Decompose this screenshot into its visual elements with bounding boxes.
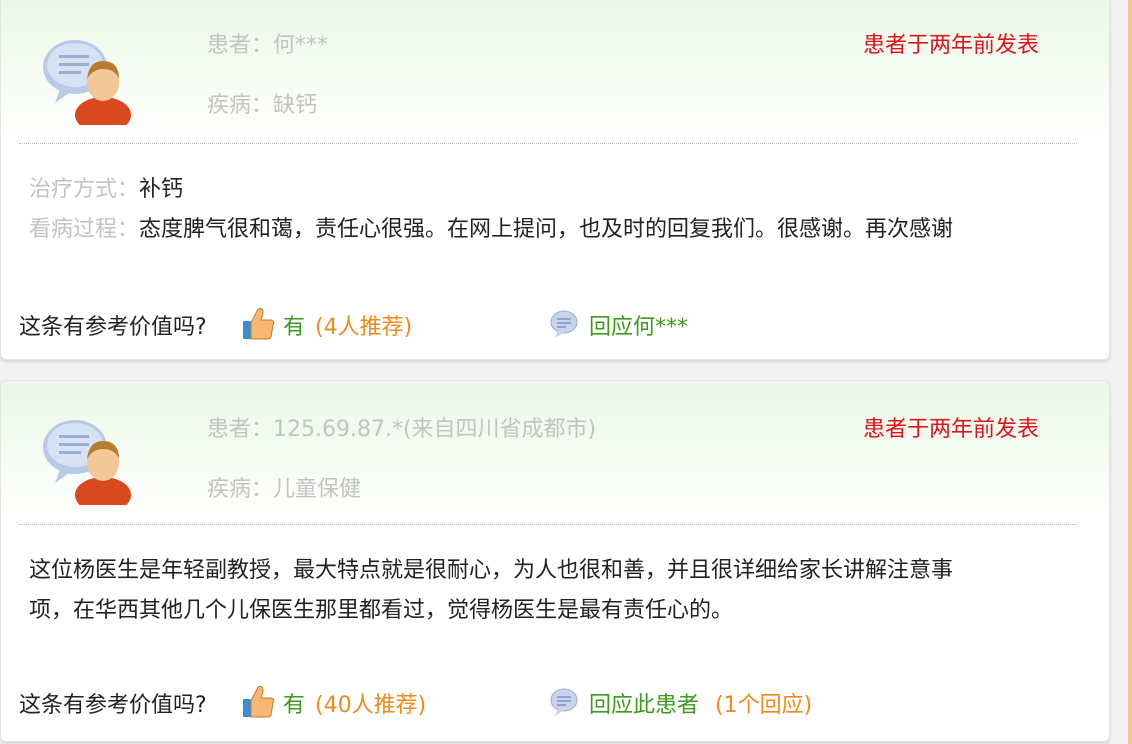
- divider: [19, 524, 1077, 525]
- review-line: 这位杨医生是年轻副教授，最大特点就是很耐心，为人也很和善，并且很详细给家长讲解注…: [29, 558, 954, 583]
- recommend-count: (4人推荐): [315, 315, 413, 340]
- posted-time: 患者于两年前发表: [862, 33, 1039, 58]
- disease-field: 疾病：缺钙: [207, 93, 318, 118]
- review-line: 项，在华西其他几个儿保医生那里都看过，觉得杨医生是最有责任心的。: [29, 598, 734, 623]
- treatment-value: 补钙: [139, 177, 184, 202]
- right-edge-rail: [1128, 0, 1132, 744]
- reply-link[interactable]: 回应何***: [589, 309, 688, 341]
- divider: [19, 143, 1077, 144]
- speech-bubble-icon[interactable]: [549, 309, 579, 339]
- process-label: 看病过程：: [29, 217, 140, 242]
- reply-link[interactable]: 回应此患者: [589, 687, 699, 719]
- process-value: 态度脾气很和蔼，责任心很强。在网上提问，也及时的回复我们。很感谢。再次感谢: [139, 217, 954, 242]
- thumbs-up-icon[interactable]: [241, 305, 275, 341]
- posted-time: 患者于两年前发表: [862, 417, 1039, 442]
- reply-count: (1个回应): [715, 693, 813, 718]
- review-card-header: [1, 0, 1109, 141]
- useful-question: 这条有参考价值吗?: [19, 315, 207, 340]
- thumbs-up-icon[interactable]: [241, 683, 275, 719]
- disease-field: 疾病：儿童保健: [207, 477, 362, 502]
- yes-link[interactable]: 有: [283, 309, 305, 341]
- treatment-label: 治疗方式：: [29, 177, 140, 202]
- review-card-header: [1, 381, 1109, 521]
- review-card: 患者：何*** 疾病：缺钙 患者于两年前发表 治疗方式：补钙 看病过程：态度脾气…: [0, 0, 1110, 360]
- yes-link[interactable]: 有: [283, 687, 305, 719]
- speech-bubble-icon[interactable]: [549, 687, 579, 717]
- review-card: 患者：125.69.87.*(来自四川省成都市) 疾病：儿童保健 患者于两年前发…: [0, 380, 1110, 742]
- review-text: 这位杨医生是年轻副教授，最大特点就是很耐心，为人也很和善，并且很详细给家长讲解注…: [29, 551, 1049, 631]
- useful-question: 这条有参考价值吗?: [19, 693, 207, 718]
- patient-name-field: 患者：何***: [207, 33, 329, 58]
- patient-chat-avatar-icon: [43, 40, 131, 125]
- process-row: 看病过程：态度脾气很和蔼，责任心很强。在网上提问，也及时的回复我们。很感谢。再次…: [29, 211, 953, 243]
- patient-chat-avatar-icon: [43, 420, 131, 505]
- recommend-count: (40人推荐): [315, 693, 427, 718]
- treatment-row: 治疗方式：补钙: [29, 171, 183, 203]
- patient-name-field: 患者：125.69.87.*(来自四川省成都市): [207, 417, 597, 442]
